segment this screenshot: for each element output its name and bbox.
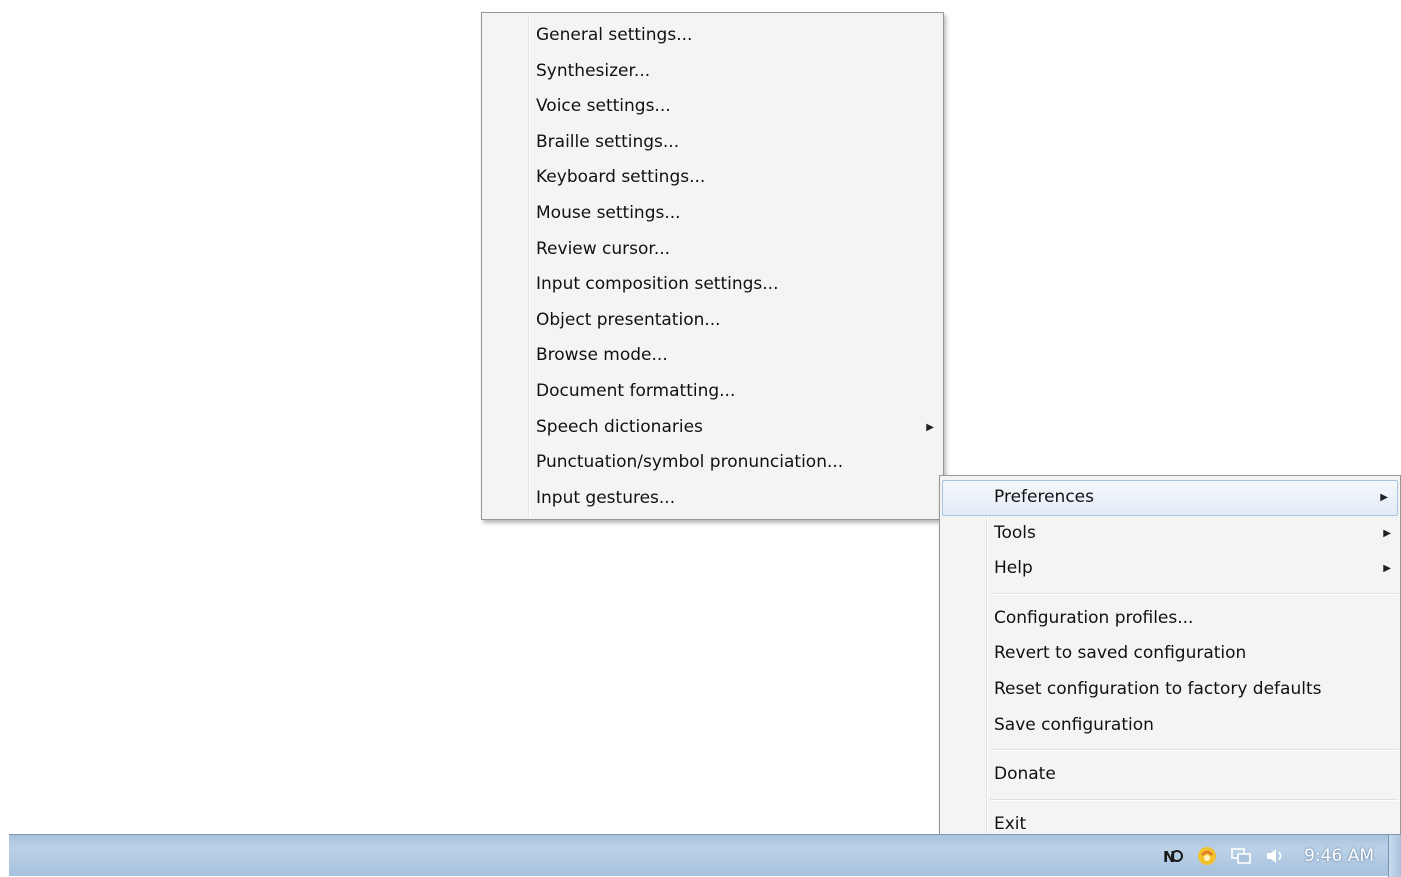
submenu-arrow-icon: ▶ bbox=[1383, 563, 1391, 575]
menu-item-revert-to-saved-configuration[interactable]: Revert to saved configuration bbox=[940, 636, 1400, 672]
menu-item-general-settings[interactable]: General settings... bbox=[482, 18, 943, 54]
submenu-arrow-icon: ▶ bbox=[1383, 527, 1391, 539]
menu-item-label: Input gestures... bbox=[536, 487, 676, 508]
menu-item-label: Tools bbox=[994, 522, 1036, 543]
menu-item-label: Voice settings... bbox=[536, 96, 671, 117]
menu-item-label: Help bbox=[994, 558, 1033, 579]
svg-text:N: N bbox=[1163, 848, 1176, 865]
show-desktop-button[interactable] bbox=[1388, 835, 1401, 877]
menu-item-preferences[interactable]: Preferences ▶ bbox=[942, 480, 1398, 516]
menu-item-document-formatting[interactable]: Document formatting... bbox=[482, 374, 943, 410]
menu-item-braille-settings[interactable]: Braille settings... bbox=[482, 125, 943, 161]
nvda-context-menu: Preferences ▶ Tools ▶ Help ▶ Configuration … bbox=[939, 475, 1401, 844]
menu-item-label: Braille settings... bbox=[536, 131, 680, 152]
clock[interactable]: 9:46 AM bbox=[1304, 846, 1374, 866]
menu-item-label: Document formatting... bbox=[536, 380, 736, 401]
menu-item-label: Configuration profiles... bbox=[994, 607, 1194, 628]
menu-separator bbox=[990, 749, 1398, 752]
menu-item-label: Review cursor... bbox=[536, 238, 671, 259]
menu-item-mouse-settings[interactable]: Mouse settings... bbox=[482, 196, 943, 232]
menu-item-label: Punctuation/symbol pronunciation... bbox=[536, 452, 844, 473]
menu-item-label: Mouse settings... bbox=[536, 202, 681, 223]
menu-item-label: Reset configuration to factory defaults bbox=[994, 678, 1322, 699]
menu-item-input-gestures[interactable]: Input gestures... bbox=[482, 481, 943, 517]
menu-separator bbox=[990, 592, 1398, 595]
submenu-arrow-icon: ▶ bbox=[1380, 492, 1388, 503]
menu-item-label: Keyboard settings... bbox=[536, 167, 706, 188]
menu-item-label: Preferences bbox=[994, 487, 1094, 507]
menu-item-input-composition-settings[interactable]: Input composition settings... bbox=[482, 267, 943, 303]
menu-item-label: Exit bbox=[994, 813, 1027, 834]
volume-icon[interactable] bbox=[1263, 844, 1287, 868]
menu-item-save-configuration[interactable]: Save configuration bbox=[940, 708, 1400, 744]
menu-item-synthesizer[interactable]: Synthesizer... bbox=[482, 54, 943, 90]
menu-item-label: Donate bbox=[994, 764, 1056, 785]
menu-separator bbox=[990, 798, 1398, 801]
menu-item-review-cursor[interactable]: Review cursor... bbox=[482, 232, 943, 268]
menu-item-speech-dictionaries[interactable]: Speech dictionaries ▶ bbox=[482, 410, 943, 446]
menu-item-label: Revert to saved configuration bbox=[994, 643, 1247, 664]
menu-item-tools[interactable]: Tools ▶ bbox=[940, 516, 1400, 552]
menu-item-object-presentation[interactable]: Object presentation... bbox=[482, 303, 943, 339]
menu-item-label: General settings... bbox=[536, 25, 693, 45]
system-tray: N 9:46 AM bbox=[1156, 835, 1401, 877]
menu-item-browse-mode[interactable]: Browse mode... bbox=[482, 338, 943, 374]
menu-item-label: Synthesizer... bbox=[536, 60, 651, 81]
menu-item-help[interactable]: Help ▶ bbox=[940, 551, 1400, 587]
menu-item-configuration-profiles[interactable]: Configuration profiles... bbox=[940, 601, 1400, 637]
menu-item-donate[interactable]: Donate bbox=[940, 757, 1400, 793]
menu-item-label: Save configuration bbox=[994, 714, 1154, 735]
menu-item-label: Object presentation... bbox=[536, 309, 721, 330]
menu-item-voice-settings[interactable]: Voice settings... bbox=[482, 89, 943, 125]
submenu-arrow-icon: ▶ bbox=[926, 421, 934, 433]
menu-item-keyboard-settings[interactable]: Keyboard settings... bbox=[482, 160, 943, 196]
preferences-submenu: General settings... Synthesizer... Voice… bbox=[481, 12, 944, 520]
menu-item-label: Speech dictionaries bbox=[536, 416, 703, 437]
menu-item-reset-configuration[interactable]: Reset configuration to factory defaults bbox=[940, 672, 1400, 708]
menu-item-label: Input composition settings... bbox=[536, 274, 779, 295]
taskbar: N 9:46 AM bbox=[9, 834, 1401, 877]
nvda-icon[interactable]: N bbox=[1161, 844, 1185, 868]
menu-item-punctuation-symbol-pronunciation[interactable]: Punctuation/symbol pronunciation... bbox=[482, 445, 943, 481]
menu-item-label: Browse mode... bbox=[536, 345, 668, 366]
java-icon[interactable] bbox=[1195, 844, 1219, 868]
network-icon[interactable] bbox=[1229, 844, 1253, 868]
